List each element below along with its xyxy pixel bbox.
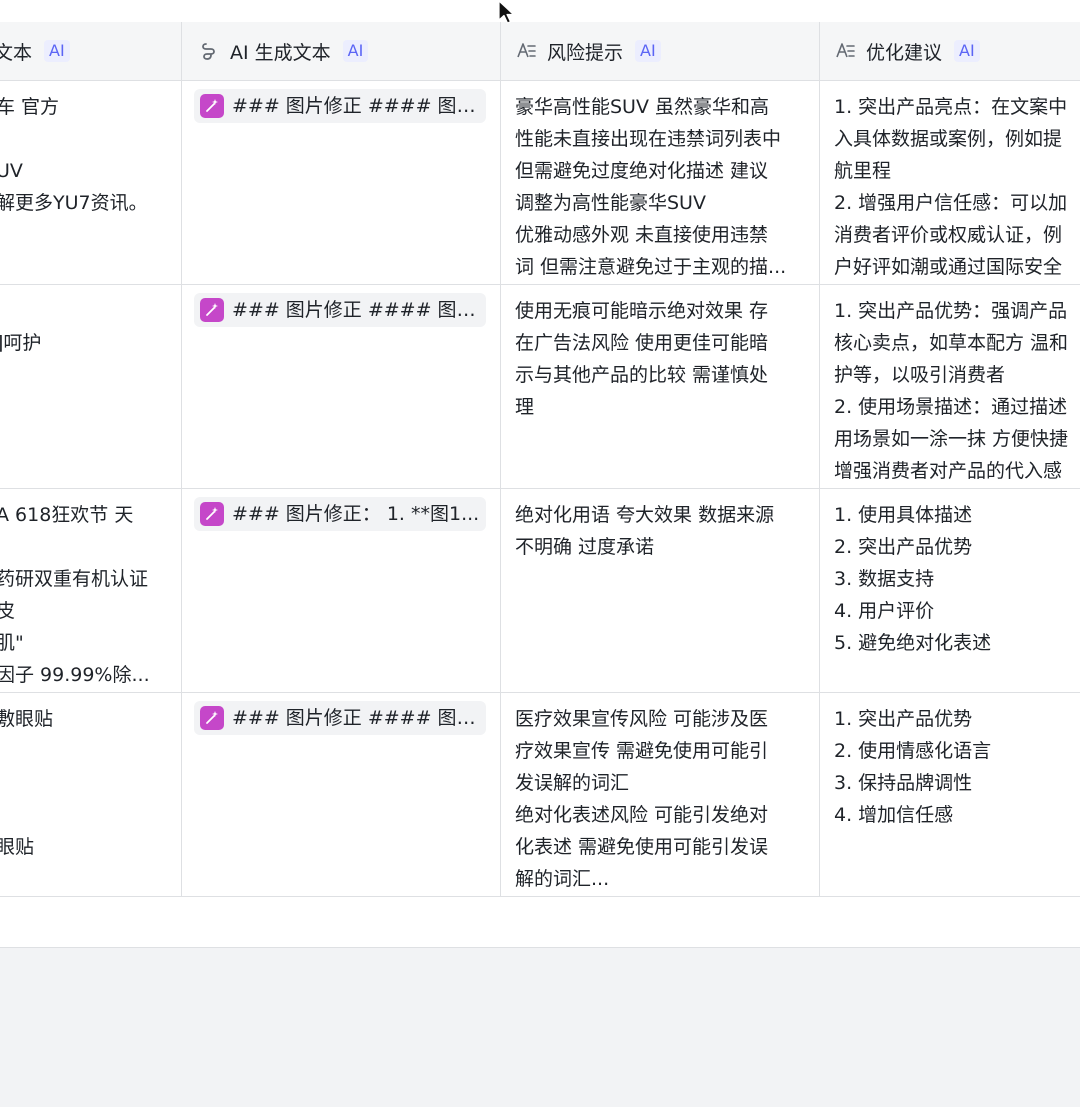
ai-badge: AI [342,40,369,62]
cell-text: 车 官方 UV 解更多YU7资讯。 [0,96,148,214]
chip-text: ### 图片修正： 1. **图1... [232,503,480,525]
text-field-icon [517,43,536,58]
column-header-risk[interactable]: 风险提示 AI [501,22,820,80]
table-row[interactable]: 车 官方 UV 解更多YU7资讯。 ### 图片修正 #### 图1... 豪华… [0,81,1080,285]
ai-result-chip[interactable]: ### 图片修正 #### 图1... [194,701,486,735]
text-cell[interactable]: ]呵护 [0,285,182,488]
magic-wand-icon [200,502,224,526]
column-header-label: AI 生成文本 [230,41,331,64]
suggestion-cell[interactable]: 1. 突出产品优势：强调产品 核心卖点，如草本配方 温和 护等，以吸引消费者 2… [820,285,1080,488]
ai-text-cell[interactable]: ### 图片修正 #### 图1... [182,693,501,896]
header-row: 文本 AI AI 生成文本 AI 风险提示 AI [0,22,1080,81]
cell-text: 1. 突出产品优势：强调产品 核心卖点，如草本配方 温和 护等，以吸引消费者 2… [834,300,1069,482]
cell-text: ]呵护 [0,332,42,354]
table-row[interactable]: A 618狂欢节 天 药研双重有机认证 皮 肌" 因子 99.99%除... #… [0,489,1080,693]
cell-text: 1. 突出产品优势 2. 使用情感化语言 3. 保持品牌调性 4. 增加信任感 [834,708,992,826]
magic-wand-icon [200,706,224,730]
ai-text-cell[interactable]: ### 图片修正 #### 图1... [182,81,501,284]
cell-text: 敷眼贴 眼贴 [0,708,54,858]
table-row[interactable]: ]呵护 ### 图片修正 #### 图1... 使用无痕可能暗示绝对效果 存 在… [0,285,1080,489]
cell-text: 1. 突出产品亮点：在文案中 入具体数据或案例，例如提 航里程 2. 增强用户信… [834,96,1068,278]
magic-wand-icon [200,298,224,322]
risk-cell[interactable]: 豪华高性能SUV 虽然豪华和高 性能未直接出现在违禁词列表中 但需避免过度绝对化… [501,81,820,284]
ai-result-chip[interactable]: ### 图片修正 #### 图1... [194,89,486,123]
table-row[interactable]: 敷眼贴 眼贴 ### 图片修正 #### 图1... 医疗效果宣传风险 可能涉及… [0,693,1080,897]
suggestion-cell[interactable]: 1. 使用具体描述 2. 突出产品优势 3. 数据支持 4. 用户评价 5. 避… [820,489,1080,692]
mouse-pointer-icon [498,0,515,24]
cell-text: 使用无痕可能暗示绝对效果 存 在广告法风险 使用更佳可能暗 示与其他产品的比较 … [515,300,769,418]
ai-badge: AI [954,40,980,62]
suggestion-cell[interactable]: 1. 突出产品亮点：在文案中 入具体数据或案例，例如提 航里程 2. 增强用户信… [820,81,1080,284]
ai-generate-icon [202,43,215,60]
text-cell[interactable]: A 618狂欢节 天 药研双重有机认证 皮 肌" 因子 99.99%除... [0,489,182,692]
column-header-text[interactable]: 文本 AI [0,22,182,80]
ai-result-chip[interactable]: ### 图片修正： 1. **图1... [194,497,486,531]
cell-text: A 618狂欢节 天 药研双重有机认证 皮 肌" 因子 99.99%除... [0,504,150,686]
risk-cell[interactable]: 医疗效果宣传风险 可能涉及医 疗效果宣传 需避免使用可能引 发误解的词汇 绝对化… [501,693,820,896]
cell-text: 1. 使用具体描述 2. 突出产品优势 3. 数据支持 4. 用户评价 5. 避… [834,504,992,654]
ai-text-cell[interactable]: ### 图片修正 #### 图1... [182,285,501,488]
column-header-ai-generated-text[interactable]: AI 生成文本 AI [182,22,501,80]
column-header-suggestions[interactable]: 优化建议 AI [820,22,1080,80]
text-cell[interactable]: 敷眼贴 眼贴 [0,693,182,896]
top-bar [0,0,1080,23]
chip-text: ### 图片修正 #### 图1... [232,95,486,117]
cell-text: 绝对化用语 夸大效果 数据来源 不明确 过度承诺 [515,504,775,558]
ai-text-cell[interactable]: ### 图片修正： 1. **图1... [182,489,501,692]
ai-badge: AI [44,40,70,62]
magic-wand-icon [200,94,224,118]
cell-text: 医疗效果宣传风险 可能涉及医 疗效果宣传 需避免使用可能引 发误解的词汇 绝对化… [515,708,769,890]
spreadsheet-view: 文本 AI AI 生成文本 AI 风险提示 AI [0,0,1080,1107]
ai-result-chip[interactable]: ### 图片修正 #### 图1... [194,293,486,327]
chip-text: ### 图片修正 #### 图1... [232,299,486,321]
suggestion-cell[interactable]: 1. 突出产品优势 2. 使用情感化语言 3. 保持品牌调性 4. 增加信任感 [820,693,1080,896]
risk-cell[interactable]: 绝对化用语 夸大效果 数据来源 不明确 过度承诺 [501,489,820,692]
column-header-label: 优化建议 [866,41,943,64]
text-cell[interactable]: 车 官方 UV 解更多YU7资讯。 [0,81,182,284]
cell-text: 豪华高性能SUV 虽然豪华和高 性能未直接出现在违禁词列表中 但需避免过度绝对化… [515,96,787,278]
risk-cell[interactable]: 使用无痕可能暗示绝对效果 存 在广告法风险 使用更佳可能暗 示与其他产品的比较 … [501,285,820,488]
add-row-area[interactable] [0,897,1080,948]
column-header-label: 风险提示 [547,41,624,64]
chip-text: ### 图片修正 #### 图1... [232,707,486,729]
column-header-label: 文本 [0,41,33,64]
text-field-icon [836,43,855,58]
ai-badge: AI [635,40,661,62]
